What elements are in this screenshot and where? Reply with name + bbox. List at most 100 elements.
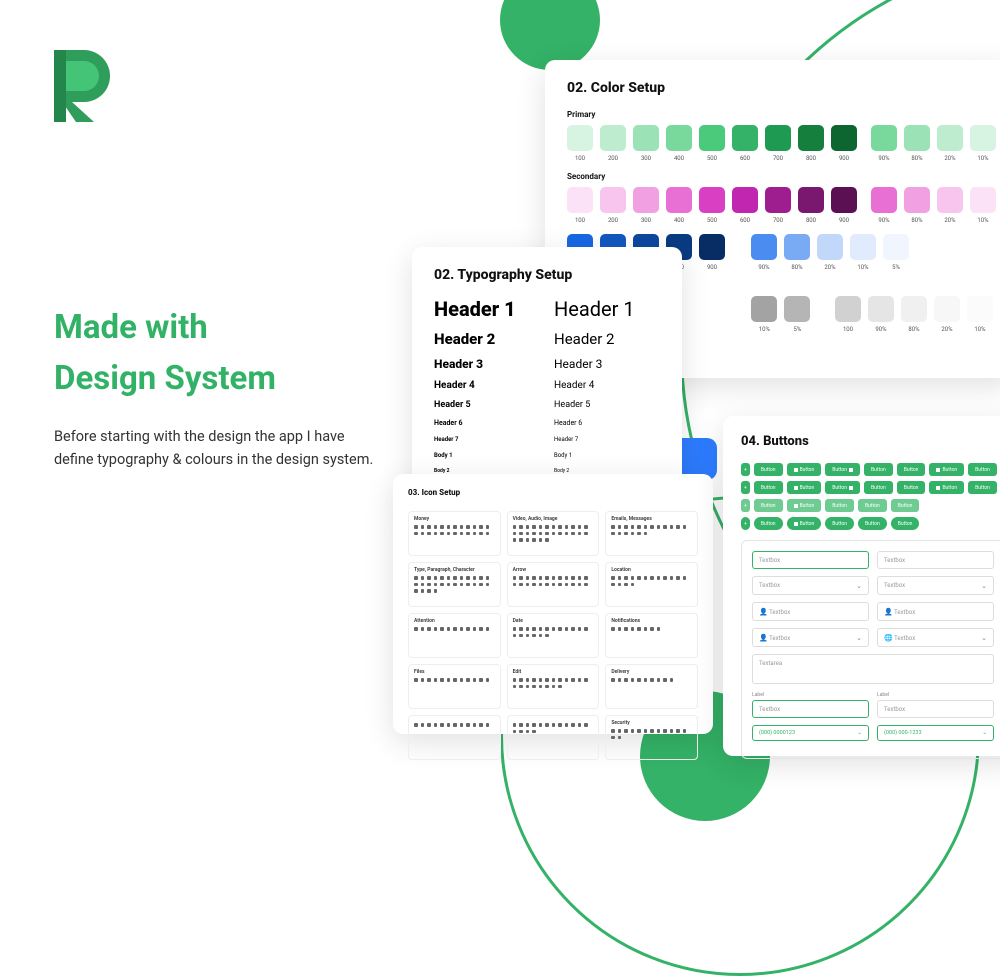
sample-button[interactable]: Button	[929, 481, 964, 494]
sample-button[interactable]: Button	[858, 517, 887, 530]
icon-placeholder	[644, 627, 648, 631]
sample-button[interactable]: Button	[787, 517, 822, 530]
icon-placeholder	[460, 723, 464, 727]
icon-placeholder	[513, 538, 517, 542]
textbox-input[interactable]: Textbox	[877, 551, 994, 569]
icon-placeholder	[473, 532, 477, 536]
sample-button[interactable]: Button	[825, 517, 854, 530]
sample-button[interactable]: Button	[787, 463, 822, 476]
icon-placeholder	[434, 723, 438, 727]
icon-placeholder	[473, 576, 477, 580]
icon-placeholder	[571, 576, 575, 580]
icon-category: Notifications	[605, 613, 698, 658]
phone-input[interactable]: (000) 000-1233⌄	[877, 725, 994, 741]
select-input[interactable]: Textbox⌄	[877, 576, 994, 595]
textbox-input[interactable]: Textbox	[877, 700, 994, 718]
sample-button[interactable]: Button	[897, 463, 926, 476]
icon-placeholder	[663, 576, 667, 580]
textarea-input[interactable]: Textarea	[752, 654, 994, 684]
color-swatch: 90%	[751, 234, 777, 271]
icon-placeholder	[427, 583, 431, 587]
sample-button[interactable]: Button	[825, 481, 860, 494]
sample-button[interactable]: Button	[897, 481, 926, 494]
icon-placeholder	[644, 678, 648, 682]
sample-button[interactable]: Button	[968, 463, 997, 476]
textbox-input[interactable]: Textbox	[752, 700, 869, 718]
icon-placeholder	[611, 627, 615, 631]
icon-placeholder	[657, 729, 661, 733]
icon-placeholder	[486, 532, 490, 536]
color-swatch: 800	[798, 125, 824, 162]
icon-placeholder	[545, 685, 549, 689]
icon-placeholder	[552, 685, 556, 689]
icon-placeholder	[414, 589, 418, 593]
color-swatch: 900	[699, 234, 725, 271]
sample-button[interactable]: +	[741, 481, 750, 494]
select-input[interactable]: 🌐 Textbox⌄	[877, 628, 994, 647]
select-input[interactable]: 👤 Textbox⌄	[752, 628, 869, 647]
icon-placeholder	[453, 576, 457, 580]
icon-placeholder	[532, 678, 536, 682]
color-swatch: 5%	[883, 234, 909, 271]
sample-button[interactable]: Button	[968, 481, 997, 494]
color-swatch: 20%	[817, 234, 843, 271]
icon-placeholder	[479, 583, 483, 587]
user-icon: 👤	[759, 634, 768, 642]
icon-placeholder	[447, 627, 451, 631]
sample-button[interactable]: Button	[858, 499, 887, 512]
card-title: 04. Buttons	[741, 434, 1000, 449]
color-group-label: Secondary	[567, 172, 993, 181]
sample-button[interactable]: Button	[891, 517, 920, 530]
select-input[interactable]: Textbox⌄	[752, 576, 869, 595]
user-icon: 👤	[759, 608, 768, 616]
icon-placeholder	[427, 627, 431, 631]
sample-button[interactable]: Button	[754, 463, 783, 476]
sample-button[interactable]: Button	[754, 499, 783, 512]
sample-button[interactable]: Button	[825, 499, 854, 512]
color-swatch: 80%	[904, 187, 930, 224]
icon-placeholder	[571, 532, 575, 536]
sample-button[interactable]: +	[741, 463, 750, 476]
icon-placeholder	[637, 729, 641, 733]
icon-placeholder	[519, 678, 523, 682]
sample-button[interactable]: Button	[864, 463, 893, 476]
icon-placeholder	[486, 723, 490, 727]
icon-placeholder	[466, 678, 470, 682]
sample-button[interactable]: Button	[864, 481, 893, 494]
sample-button[interactable]: Button	[787, 481, 822, 494]
sample-button[interactable]: Button	[891, 499, 920, 512]
sample-button[interactable]: +	[741, 517, 750, 530]
icon-category: Security	[605, 715, 698, 760]
sample-button[interactable]: Button	[787, 499, 822, 512]
textbox-input[interactable]: 👤 Textbox	[877, 602, 994, 621]
color-swatch: 600	[732, 187, 758, 224]
sample-button[interactable]: Button	[754, 481, 783, 494]
textbox-input[interactable]: Textbox	[752, 551, 869, 569]
icon-placeholder	[539, 525, 543, 529]
icon-placeholder	[466, 532, 470, 536]
icon-placeholder	[571, 525, 575, 529]
type-sample: Header 3	[434, 357, 540, 371]
sample-button[interactable]: +	[741, 499, 750, 512]
sample-button[interactable]: Button	[825, 463, 860, 476]
icon-placeholder	[539, 685, 543, 689]
textbox-input[interactable]: 👤 Textbox	[752, 602, 869, 621]
icon-placeholder	[447, 583, 451, 587]
sample-button[interactable]: Button	[754, 517, 783, 530]
icon-placeholder	[466, 627, 470, 631]
icon-placeholder	[539, 627, 543, 631]
icon-placeholder	[670, 729, 674, 733]
color-swatch: 80%	[784, 234, 810, 271]
color-swatch: 700	[765, 125, 791, 162]
icon-placeholder	[526, 627, 530, 631]
color-swatch: 20%	[937, 125, 963, 162]
icon-placeholder	[421, 576, 425, 580]
icon-placeholder	[631, 576, 635, 580]
icon-placeholder	[447, 532, 451, 536]
chevron-down-icon: ⌄	[856, 582, 862, 590]
icon-placeholder	[644, 576, 648, 580]
phone-input[interactable]: (000) 0000123⌄	[752, 725, 869, 741]
sample-button[interactable]: Button	[929, 463, 964, 476]
icon-placeholder	[526, 583, 530, 587]
card-title: 03. Icon Setup	[408, 488, 698, 497]
